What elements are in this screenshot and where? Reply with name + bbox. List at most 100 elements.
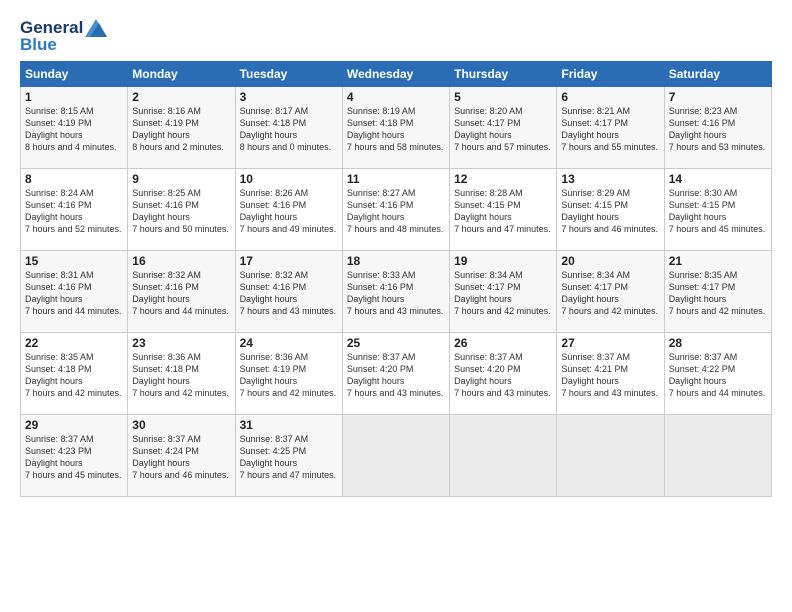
calendar-day-14: 14 Sunrise: 8:30 AMSunset: 4:15 PMDayligh… (664, 169, 771, 251)
day-number: 26 (454, 336, 552, 350)
day-number: 19 (454, 254, 552, 268)
day-detail: Sunrise: 8:17 AMSunset: 4:18 PMDaylight … (240, 106, 332, 152)
calendar-day-7: 7 Sunrise: 8:23 AMSunset: 4:16 PMDaylight… (664, 87, 771, 169)
calendar-day-3: 3 Sunrise: 8:17 AMSunset: 4:18 PMDaylight… (235, 87, 342, 169)
calendar-day-22: 22 Sunrise: 8:35 AMSunset: 4:18 PMDayligh… (21, 333, 128, 415)
calendar-day-19: 19 Sunrise: 8:34 AMSunset: 4:17 PMDayligh… (450, 251, 557, 333)
day-number: 1 (25, 90, 123, 104)
day-detail: Sunrise: 8:19 AMSunset: 4:18 PMDaylight … (347, 106, 444, 152)
day-detail: Sunrise: 8:29 AMSunset: 4:15 PMDaylight … (561, 188, 658, 234)
day-number: 24 (240, 336, 338, 350)
day-detail: Sunrise: 8:25 AMSunset: 4:16 PMDaylight … (132, 188, 229, 234)
calendar-day-13: 13 Sunrise: 8:29 AMSunset: 4:15 PMDayligh… (557, 169, 664, 251)
day-detail: Sunrise: 8:20 AMSunset: 4:17 PMDaylight … (454, 106, 551, 152)
calendar-day-20: 20 Sunrise: 8:34 AMSunset: 4:17 PMDayligh… (557, 251, 664, 333)
calendar-day-28: 28 Sunrise: 8:37 AMSunset: 4:22 PMDayligh… (664, 333, 771, 415)
calendar-day-15: 15 Sunrise: 8:31 AMSunset: 4:16 PMDayligh… (21, 251, 128, 333)
day-number: 14 (669, 172, 767, 186)
day-number: 27 (561, 336, 659, 350)
day-detail: Sunrise: 8:30 AMSunset: 4:15 PMDaylight … (669, 188, 766, 234)
day-detail: Sunrise: 8:28 AMSunset: 4:15 PMDaylight … (454, 188, 551, 234)
day-detail: Sunrise: 8:34 AMSunset: 4:17 PMDaylight … (454, 270, 551, 316)
day-detail: Sunrise: 8:33 AMSunset: 4:16 PMDaylight … (347, 270, 444, 316)
calendar-day-2: 2 Sunrise: 8:16 AMSunset: 4:19 PMDaylight… (128, 87, 235, 169)
empty-cell (450, 415, 557, 497)
day-number: 28 (669, 336, 767, 350)
day-number: 29 (25, 418, 123, 432)
day-detail: Sunrise: 8:35 AMSunset: 4:18 PMDaylight … (25, 352, 122, 398)
day-number: 10 (240, 172, 338, 186)
day-number: 11 (347, 172, 445, 186)
day-number: 2 (132, 90, 230, 104)
weekday-header-sunday: Sunday (21, 62, 128, 87)
weekday-header-thursday: Thursday (450, 62, 557, 87)
day-detail: Sunrise: 8:37 AMSunset: 4:21 PMDaylight … (561, 352, 658, 398)
day-detail: Sunrise: 8:24 AMSunset: 4:16 PMDaylight … (25, 188, 122, 234)
weekday-header-wednesday: Wednesday (342, 62, 449, 87)
calendar-day-25: 25 Sunrise: 8:37 AMSunset: 4:20 PMDayligh… (342, 333, 449, 415)
empty-cell (342, 415, 449, 497)
day-detail: Sunrise: 8:26 AMSunset: 4:16 PMDaylight … (240, 188, 337, 234)
day-number: 22 (25, 336, 123, 350)
day-number: 30 (132, 418, 230, 432)
day-number: 18 (347, 254, 445, 268)
calendar-day-29: 29 Sunrise: 8:37 AMSunset: 4:23 PMDayligh… (21, 415, 128, 497)
calendar-day-4: 4 Sunrise: 8:19 AMSunset: 4:18 PMDaylight… (342, 87, 449, 169)
day-detail: Sunrise: 8:32 AMSunset: 4:16 PMDaylight … (240, 270, 337, 316)
day-detail: Sunrise: 8:37 AMSunset: 4:25 PMDaylight … (240, 434, 337, 480)
day-number: 13 (561, 172, 659, 186)
day-detail: Sunrise: 8:21 AMSunset: 4:17 PMDaylight … (561, 106, 658, 152)
day-number: 8 (25, 172, 123, 186)
day-number: 16 (132, 254, 230, 268)
calendar-day-27: 27 Sunrise: 8:37 AMSunset: 4:21 PMDayligh… (557, 333, 664, 415)
day-detail: Sunrise: 8:37 AMSunset: 4:23 PMDaylight … (25, 434, 122, 480)
day-detail: Sunrise: 8:37 AMSunset: 4:20 PMDaylight … (454, 352, 551, 398)
day-detail: Sunrise: 8:37 AMSunset: 4:22 PMDaylight … (669, 352, 766, 398)
calendar-day-16: 16Sunrise: 8:32 AMSunset: 4:16 PMDayligh… (128, 251, 235, 333)
calendar-day-21: 21Sunrise: 8:35 AMSunset: 4:17 PMDayligh… (664, 251, 771, 333)
calendar-day-6: 6 Sunrise: 8:21 AMSunset: 4:17 PMDaylight… (557, 87, 664, 169)
day-number: 4 (347, 90, 445, 104)
day-number: 6 (561, 90, 659, 104)
day-detail: Sunrise: 8:36 AMSunset: 4:18 PMDaylight … (132, 352, 229, 398)
logo: General Blue (20, 18, 107, 55)
day-detail: Sunrise: 8:35 AMSunset: 4:17 PMDaylight … (669, 270, 766, 316)
calendar-day-30: 30 Sunrise: 8:37 AMSunset: 4:24 PMDayligh… (128, 415, 235, 497)
weekday-header-tuesday: Tuesday (235, 62, 342, 87)
day-detail: Sunrise: 8:37 AMSunset: 4:20 PMDaylight … (347, 352, 444, 398)
day-number: 9 (132, 172, 230, 186)
calendar-day-23: 23 Sunrise: 8:36 AMSunset: 4:18 PMDayligh… (128, 333, 235, 415)
day-number: 31 (240, 418, 338, 432)
day-number: 3 (240, 90, 338, 104)
day-detail: Sunrise: 8:36 AMSunset: 4:19 PMDaylight … (240, 352, 337, 398)
calendar-day-9: 9 Sunrise: 8:25 AMSunset: 4:16 PMDaylight… (128, 169, 235, 251)
day-number: 7 (669, 90, 767, 104)
empty-cell (664, 415, 771, 497)
calendar-day-24: 24 Sunrise: 8:36 AMSunset: 4:19 PMDayligh… (235, 333, 342, 415)
day-detail: Sunrise: 8:15 AMSunset: 4:19 PMDaylight … (25, 106, 117, 152)
day-number: 12 (454, 172, 552, 186)
day-detail: Sunrise: 8:23 AMSunset: 4:16 PMDaylight … (669, 106, 766, 152)
calendar-day-18: 18 Sunrise: 8:33 AMSunset: 4:16 PMDayligh… (342, 251, 449, 333)
day-detail: Sunrise: 8:27 AMSunset: 4:16 PMDaylight … (347, 188, 444, 234)
weekday-header-monday: Monday (128, 62, 235, 87)
calendar-day-26: 26 Sunrise: 8:37 AMSunset: 4:20 PMDayligh… (450, 333, 557, 415)
calendar-day-11: 11 Sunrise: 8:27 AMSunset: 4:16 PMDayligh… (342, 169, 449, 251)
logo-blue: Blue (20, 35, 107, 55)
calendar-day-10: 10 Sunrise: 8:26 AMSunset: 4:16 PMDayligh… (235, 169, 342, 251)
calendar-day-8: 8 Sunrise: 8:24 AMSunset: 4:16 PMDaylight… (21, 169, 128, 251)
day-number: 23 (132, 336, 230, 350)
day-detail: Sunrise: 8:37 AMSunset: 4:24 PMDaylight … (132, 434, 229, 480)
calendar-day-31: 31 Sunrise: 8:37 AMSunset: 4:25 PMDayligh… (235, 415, 342, 497)
day-number: 5 (454, 90, 552, 104)
day-detail: Sunrise: 8:34 AMSunset: 4:17 PMDaylight … (561, 270, 658, 316)
calendar-day-5: 5 Sunrise: 8:20 AMSunset: 4:17 PMDaylight… (450, 87, 557, 169)
calendar-day-17: 17Sunrise: 8:32 AMSunset: 4:16 PMDayligh… (235, 251, 342, 333)
empty-cell (557, 415, 664, 497)
logo-icon (85, 19, 107, 37)
day-number: 20 (561, 254, 659, 268)
day-number: 15 (25, 254, 123, 268)
day-detail: Sunrise: 8:16 AMSunset: 4:19 PMDaylight … (132, 106, 224, 152)
day-detail: Sunrise: 8:31 AMSunset: 4:16 PMDaylight … (25, 270, 122, 316)
day-number: 25 (347, 336, 445, 350)
